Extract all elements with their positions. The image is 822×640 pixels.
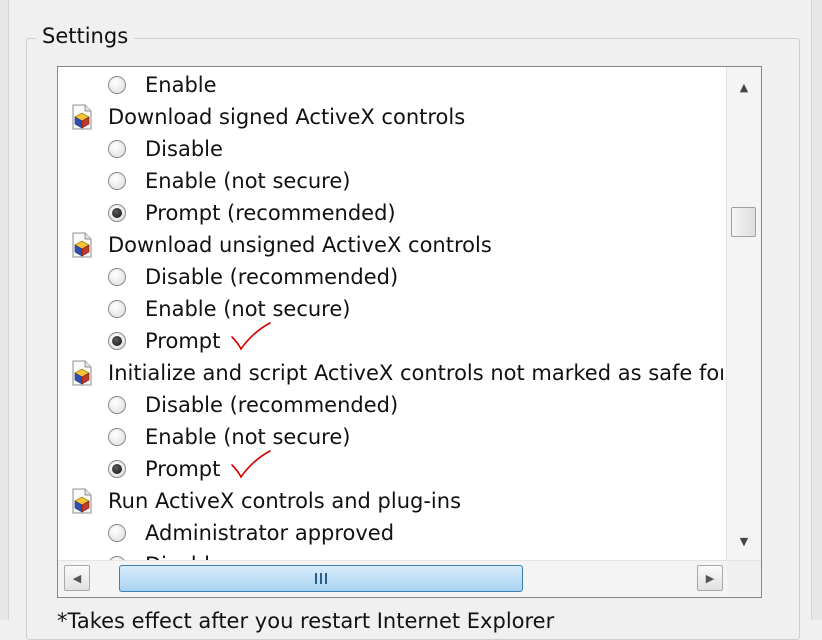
option-label: Prompt	[145, 457, 221, 481]
red-checkmark-icon	[230, 321, 274, 362]
option-label: Disable (recommended)	[145, 393, 399, 417]
horizontal-scroll-thumb[interactable]	[119, 565, 523, 592]
scroll-right-arrow-icon[interactable]: ▶	[697, 565, 723, 591]
radio-button[interactable]	[108, 76, 126, 94]
radio-option[interactable]: Disable (recommended)	[108, 261, 398, 293]
category-label: Download signed ActiveX controls	[108, 105, 466, 129]
radio-button[interactable]	[108, 140, 126, 158]
radio-button-selected[interactable]	[108, 204, 126, 222]
scroll-up-arrow-icon[interactable]: ▲	[727, 73, 761, 101]
radio-option[interactable]: Prompt	[108, 321, 274, 357]
category-label: Run ActiveX controls and plug-ins	[108, 489, 462, 513]
radio-option[interactable]: Disable	[108, 133, 223, 165]
settings-group-label: Settings	[36, 22, 135, 50]
radio-button[interactable]	[108, 172, 126, 190]
scroll-grip-icon	[315, 573, 327, 584]
vertical-scroll-thumb[interactable]	[731, 207, 756, 237]
setting-category: Download unsigned ActiveX controls	[70, 229, 492, 261]
option-label: Prompt	[145, 329, 221, 353]
scroll-down-arrow-icon[interactable]: ▼	[727, 527, 761, 555]
option-label: Administrator approved	[145, 521, 395, 545]
option-label: Disable	[145, 137, 223, 161]
radio-button[interactable]	[108, 268, 126, 286]
radio-option[interactable]: Administrator approved	[108, 517, 394, 549]
vertical-scrollbar[interactable]: ▲ ▼	[726, 67, 761, 561]
scrollbar-corner	[727, 561, 761, 597]
radio-option[interactable]: Enable (not secure)	[108, 165, 350, 197]
category-label: Initialize and script ActiveX controls n…	[108, 361, 723, 385]
settings-list-rows: Enable Download signed ActiveX controls Di…	[58, 67, 723, 561]
red-checkmark-icon	[230, 449, 274, 490]
radio-option[interactable]: Prompt (recommended)	[108, 197, 396, 229]
setting-category: Download signed ActiveX controls	[70, 101, 465, 133]
option-label: Prompt (recommended)	[145, 201, 396, 225]
option-label: Enable	[145, 73, 217, 97]
radio-button[interactable]	[108, 524, 126, 542]
radio-button[interactable]	[108, 428, 126, 446]
horizontal-scrollbar[interactable]: ◀ ▶	[58, 560, 761, 597]
settings-listbox[interactable]: Enable Download signed ActiveX controls Di…	[57, 66, 762, 598]
category-label: Download unsigned ActiveX controls	[108, 233, 492, 257]
radio-option[interactable]: Enable (not secure)	[108, 421, 350, 453]
scroll-left-arrow-icon[interactable]: ◀	[64, 565, 90, 591]
window-edge-right	[811, 0, 822, 620]
radio-button-selected[interactable]	[108, 332, 126, 350]
radio-option[interactable]: Disable (recommended)	[108, 389, 398, 421]
setting-category: Run ActiveX controls and plug-ins	[70, 485, 461, 517]
radio-button-selected[interactable]	[108, 460, 126, 478]
radio-button[interactable]	[108, 300, 126, 318]
option-label: Enable (not secure)	[145, 169, 351, 193]
activex-setting-icon	[70, 488, 94, 514]
restart-note: *Takes effect after you restart Internet…	[57, 609, 555, 633]
setting-category: Initialize and script ActiveX controls n…	[70, 357, 723, 389]
activex-setting-icon	[70, 360, 94, 386]
option-label: Disable (recommended)	[145, 265, 399, 289]
activex-setting-icon	[70, 232, 94, 258]
radio-option[interactable]: Prompt	[108, 449, 274, 485]
radio-button[interactable]	[108, 396, 126, 414]
window-edge-left	[0, 0, 9, 620]
radio-option[interactable]: Enable	[108, 69, 217, 101]
activex-setting-icon	[70, 104, 94, 130]
radio-option[interactable]: Enable (not secure)	[108, 293, 350, 325]
